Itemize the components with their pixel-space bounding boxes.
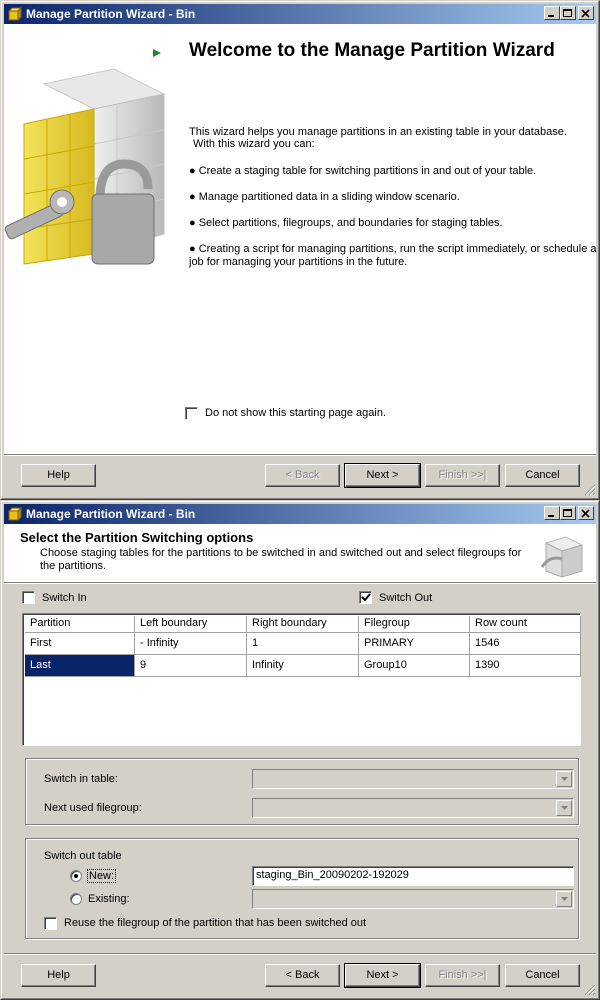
finish-button[interactable]: Finish >>| (425, 464, 500, 487)
maximize-button[interactable] (560, 506, 576, 520)
next-button[interactable]: Next > (344, 463, 421, 488)
table-cell[interactable]: Group10 (359, 655, 470, 677)
page-subtitle-2: the partitions. (40, 560, 107, 572)
partitions-grid[interactable]: Partition Left boundary Right boundary F… (22, 613, 581, 746)
maximize-button[interactable] (560, 6, 576, 20)
app-icon (7, 6, 23, 22)
new-table-radio[interactable] (70, 870, 82, 882)
divider (4, 582, 596, 584)
minimize-button[interactable] (544, 6, 560, 20)
table-cell[interactable]: PRIMARY (359, 633, 470, 655)
divider (4, 953, 596, 955)
close-button[interactable] (578, 6, 594, 20)
chevron-down-icon (561, 806, 568, 810)
bullet-item: ● Create a staging table for switching p… (189, 165, 537, 177)
existing-table-label: Existing: (88, 893, 130, 905)
new-table-name-input[interactable]: staging_Bin_20090202-192029 (252, 866, 574, 886)
grid-header-row: Partition Left boundary Right boundary F… (25, 616, 581, 633)
switch-out-group: Switch out table New: staging_Bin_200902… (25, 838, 579, 939)
page-subtitle: Choose staging tables for the partitions… (40, 547, 522, 559)
window-title: Manage Partition Wizard - Bin (26, 7, 196, 21)
switching-options-window: Manage Partition Wizard - Bin Select the… (0, 500, 600, 1000)
title-bar[interactable]: Manage Partition Wizard - Bin (4, 4, 596, 24)
reuse-filegroup-label: Reuse the filegroup of the partition tha… (64, 917, 367, 929)
table-cell[interactable]: 1546 (470, 633, 581, 655)
column-header[interactable]: Filegroup (359, 616, 470, 633)
reuse-filegroup-checkbox[interactable] (44, 917, 57, 930)
table-cell[interactable]: - Infinity (135, 633, 247, 655)
checkmark-icon (361, 593, 371, 602)
next-used-filegroup-dropdown[interactable] (252, 798, 574, 818)
table-row-selected[interactable]: Last 9 Infinity Group10 1390 (25, 655, 581, 677)
do-not-show-label: Do not show this starting page again. (205, 407, 387, 419)
cancel-button[interactable]: Cancel (505, 964, 580, 987)
back-button[interactable]: < Back (265, 964, 340, 987)
chevron-down-icon (561, 777, 568, 781)
switch-out-label: Switch Out (379, 592, 433, 604)
intro-text: This wizard helps you manage partitions … (189, 126, 567, 138)
resize-grip-icon[interactable] (584, 984, 596, 996)
do-not-show-checkbox[interactable] (185, 407, 198, 420)
partition-cube-icon (540, 536, 584, 578)
bullet-item: ● Manage partitioned data in a sliding w… (189, 191, 460, 203)
switch-in-group: Switch in table: Next used filegroup: (25, 758, 579, 825)
close-button[interactable] (578, 506, 594, 520)
column-header[interactable]: Partition (25, 616, 135, 633)
play-arrow-icon (153, 49, 161, 57)
switch-in-label: Switch In (42, 592, 87, 604)
divider (4, 454, 596, 456)
table-cell[interactable]: First (25, 633, 135, 655)
switch-in-checkbox[interactable] (22, 591, 35, 604)
table-cell[interactable]: 1390 (470, 655, 581, 677)
help-button[interactable]: Help (21, 964, 96, 987)
table-cell[interactable]: 1 (247, 633, 359, 655)
welcome-panel: Welcome to the Manage Partition Wizard T… (4, 24, 597, 454)
bullet-item: ● Creating a script for managing partiti… (189, 243, 597, 255)
title-bar[interactable]: Manage Partition Wizard - Bin (4, 504, 596, 524)
app-icon (7, 506, 23, 522)
page-title: Welcome to the Manage Partition Wizard (189, 40, 555, 61)
existing-table-dropdown[interactable] (252, 889, 574, 909)
cancel-button[interactable]: Cancel (505, 464, 580, 487)
page-title: Select the Partition Switching options (20, 530, 254, 545)
existing-table-radio[interactable] (70, 893, 82, 905)
header-panel: Select the Partition Switching options C… (4, 524, 596, 582)
help-button[interactable]: Help (21, 464, 96, 487)
next-used-filegroup-label: Next used filegroup: (44, 802, 142, 814)
column-header[interactable]: Left boundary (135, 616, 247, 633)
table-cell[interactable]: 9 (135, 655, 247, 677)
table-cell[interactable]: Infinity (247, 655, 359, 677)
resize-grip-icon[interactable] (584, 484, 596, 496)
finish-button[interactable]: Finish >>| (425, 964, 500, 987)
intro-text-2: With this wizard you can: (193, 138, 315, 150)
table-row[interactable]: First - Infinity 1 PRIMARY 1546 (25, 633, 581, 655)
welcome-window: Manage Partition Wizard - Bin Welcome to… (0, 0, 600, 500)
switch-in-table-dropdown[interactable] (252, 769, 574, 789)
switch-out-table-label: Switch out table (44, 850, 122, 862)
back-button[interactable]: < Back (265, 464, 340, 487)
bullet-item: ● Select partitions, filegroups, and bou… (189, 217, 503, 229)
switch-out-checkbox[interactable] (359, 591, 372, 604)
new-table-label: New: (86, 869, 117, 883)
table-cell[interactable]: Last (25, 655, 135, 677)
minimize-button[interactable] (544, 506, 560, 520)
column-header[interactable]: Right boundary (247, 616, 359, 633)
column-header[interactable]: Row count (470, 616, 581, 633)
partition-cube-illustration (4, 68, 166, 265)
chevron-down-icon (561, 897, 568, 901)
next-button[interactable]: Next > (344, 963, 421, 988)
switch-in-table-label: Switch in table: (44, 773, 118, 785)
bullet-item-continued: job for managing your partitions in the … (189, 256, 408, 268)
window-title: Manage Partition Wizard - Bin (26, 507, 196, 521)
